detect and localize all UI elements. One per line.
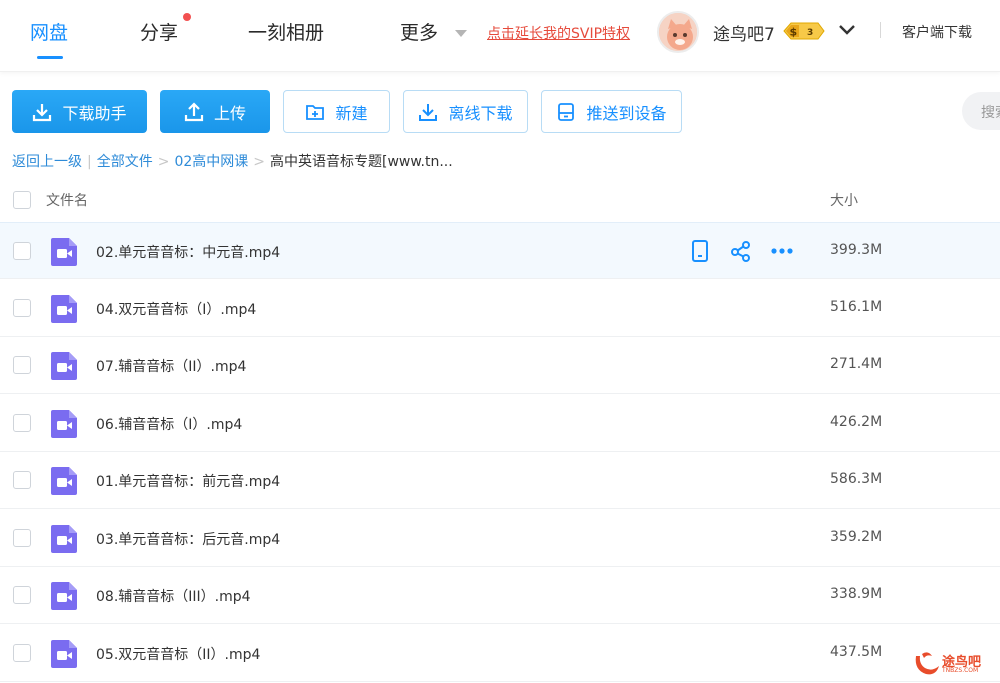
file-name[interactable]: 08.辅音音标（III）.mp4 [96, 586, 251, 606]
download-icon [418, 102, 438, 122]
file-size: 271.4M [830, 356, 883, 372]
file-size: 426.2M [830, 414, 883, 430]
bird-logo-icon [915, 652, 939, 675]
row-checkbox[interactable] [13, 414, 31, 432]
watermark-subtext: TNBZS.COM [942, 667, 979, 674]
active-tab-indicator [37, 56, 63, 59]
upload-icon [184, 101, 204, 122]
offline-download-label: 离线下载 [448, 103, 513, 123]
svip-renew-link[interactable]: 点击延长我的SVIP特权 [487, 23, 630, 43]
file-size: 516.1M [830, 299, 883, 315]
file-name[interactable]: 06.辅音音标（I）.mp4 [96, 414, 242, 434]
file-name[interactable]: 01.单元音音标：前元音.mp4 [96, 471, 280, 491]
video-file-icon [50, 581, 78, 611]
row-actions [688, 238, 798, 264]
more-options-icon[interactable] [770, 238, 794, 264]
avatar[interactable] [657, 11, 699, 53]
top-navigation-bar: 网盘 分享 一刻相册 更多 点击延长我的SVIP特权 途鸟吧7 $ 3 客户端下… [0, 0, 1000, 72]
cat-avatar-icon [659, 13, 697, 51]
table-row[interactable]: 02.单元音音标：中元音.mp4 399.3M [0, 222, 1000, 279]
file-size: 359.2M [830, 529, 883, 545]
row-checkbox[interactable] [13, 529, 31, 547]
table-row[interactable]: 04.双元音音标（I）.mp4 516.1M [0, 280, 1000, 337]
file-size: 437.5M [830, 644, 883, 660]
row-checkbox[interactable] [13, 356, 31, 374]
video-file-icon [50, 466, 78, 496]
file-size: 586.3M [830, 471, 883, 487]
video-file-icon [50, 351, 78, 381]
video-file-icon [50, 294, 78, 324]
breadcrumb-folder[interactable]: 02高中网课 [174, 154, 248, 170]
share-notification-dot [183, 13, 191, 21]
table-row[interactable]: 08.辅音音标（III）.mp4 338.9M [0, 567, 1000, 624]
nav-item-more[interactable]: 更多 [400, 18, 438, 45]
device-icon [556, 102, 576, 122]
site-watermark: 途鸟吧 TNBZS.COM [912, 648, 996, 678]
row-checkbox[interactable] [13, 471, 31, 489]
nav-item-netdisk[interactable]: 网盘 [30, 18, 68, 45]
breadcrumb-all-files[interactable]: 全部文件 [97, 154, 153, 170]
row-checkbox[interactable] [13, 644, 31, 662]
svg-text:3: 3 [807, 28, 813, 38]
push-to-device-label: 推送到设备 [586, 103, 667, 123]
new-folder-label: 新建 [335, 103, 368, 123]
breadcrumb-separator: > [157, 154, 170, 170]
download-helper-label: 下载助手 [62, 103, 127, 123]
select-all-checkbox[interactable] [13, 191, 31, 209]
file-table-header: 文件名 大小 [0, 178, 1000, 222]
file-name[interactable]: 03.单元音音标：后元音.mp4 [96, 529, 280, 549]
breadcrumb-current: 高中英语音标专题[www.tn... [270, 154, 453, 170]
file-name[interactable]: 07.辅音音标（II）.mp4 [96, 356, 246, 376]
video-file-icon [50, 524, 78, 554]
push-to-device-button[interactable]: 推送到设备 [541, 90, 682, 133]
download-helper-button[interactable]: 下载助手 [12, 90, 147, 133]
username[interactable]: 途鸟吧7 [713, 20, 775, 45]
file-size: 399.3M [830, 242, 883, 258]
column-header-filename[interactable]: 文件名 [46, 190, 88, 210]
file-size: 338.9M [830, 586, 883, 602]
offline-download-button[interactable]: 离线下载 [403, 90, 528, 133]
chevron-down-icon[interactable] [838, 22, 856, 38]
breadcrumb-separator: | [87, 154, 92, 170]
svg-text:$: $ [790, 26, 798, 39]
nav-item-photo-album[interactable]: 一刻相册 [248, 18, 324, 45]
upload-label: 上传 [213, 103, 246, 123]
row-checkbox[interactable] [13, 299, 31, 317]
search-input[interactable]: 搜索 [962, 92, 1000, 130]
share-icon[interactable] [729, 238, 753, 264]
column-header-size[interactable]: 大小 [830, 190, 858, 210]
client-download-link[interactable]: 客户端下载 [902, 22, 972, 42]
file-name[interactable]: 04.双元音音标（I）.mp4 [96, 299, 256, 319]
more-dropdown-arrow-icon[interactable] [455, 30, 467, 37]
breadcrumb-back-link[interactable]: 返回上一级 [12, 154, 82, 170]
video-file-icon [50, 639, 78, 669]
nav-item-share[interactable]: 分享 [140, 18, 178, 45]
file-name[interactable]: 05.双元音音标（II）.mp4 [96, 644, 260, 664]
table-row[interactable]: 05.双元音音标（II）.mp4 437.5M [0, 625, 1000, 682]
download-icon [32, 102, 52, 122]
search-placeholder: 搜索 [981, 105, 1000, 121]
row-checkbox[interactable] [13, 586, 31, 604]
table-row[interactable]: 06.辅音音标（I）.mp4 426.2M [0, 395, 1000, 452]
breadcrumb-separator: > [253, 154, 266, 170]
video-file-icon [50, 237, 78, 267]
row-checkbox[interactable] [13, 242, 31, 260]
new-folder-icon [305, 102, 325, 122]
table-row[interactable]: 03.单元音音标：后元音.mp4 359.2M [0, 510, 1000, 567]
push-device-icon[interactable] [688, 238, 712, 264]
svip-badge-icon: $ 3 [783, 22, 825, 40]
breadcrumb: 返回上一级 | 全部文件 >02高中网课 > 高中英语音标专题[www.tn... [12, 151, 453, 171]
table-row[interactable]: 07.辅音音标（II）.mp4 271.4M [0, 337, 1000, 394]
divider [880, 22, 881, 38]
video-file-icon [50, 409, 78, 439]
upload-button[interactable]: 上传 [160, 90, 270, 133]
svip-level-badge: $ 3 [782, 22, 826, 40]
file-name[interactable]: 02.单元音音标：中元音.mp4 [96, 242, 280, 262]
new-folder-button[interactable]: 新建 [283, 90, 390, 133]
table-row[interactable]: 01.单元音音标：前元音.mp4 586.3M [0, 452, 1000, 509]
